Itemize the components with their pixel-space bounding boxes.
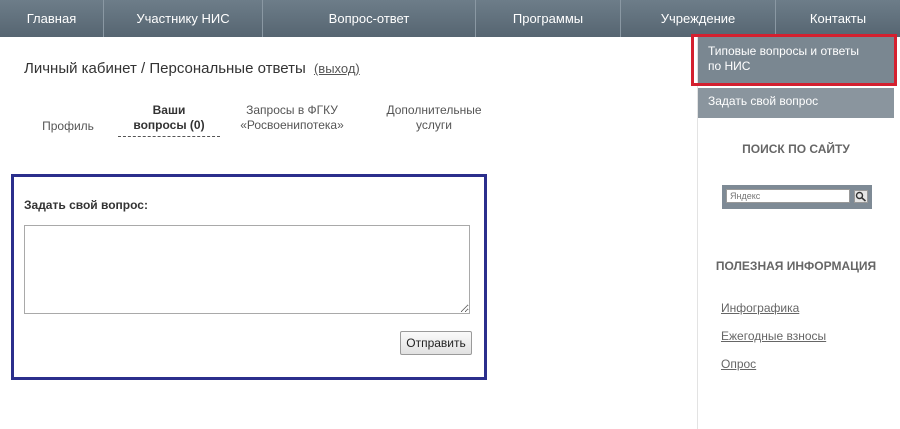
nav-item-institution[interactable]: Учреждение <box>621 0 776 37</box>
useful-info-title: ПОЛЕЗНАЯ ИНФОРМАЦИЯ <box>715 259 877 273</box>
info-link-annual-fees[interactable]: Ежегодные взносы <box>721 329 826 343</box>
top-navigation: Главная Участнику НИС Вопрос-ответ Прогр… <box>0 0 900 37</box>
nav-item-home[interactable]: Главная <box>0 0 104 37</box>
tab-requests-line1: Запросы в ФГКУ <box>246 103 338 117</box>
site-search <box>722 185 872 209</box>
page-title: Личный кабинет / Персональные ответы (вы… <box>24 60 360 77</box>
typical-qa-line2: по НИС <box>708 59 751 73</box>
page-title-text: Личный кабинет / Персональные ответы <box>24 60 306 77</box>
main-content: Личный кабинет / Персональные ответы (вы… <box>0 37 697 429</box>
question-textarea[interactable] <box>24 225 470 314</box>
nav-item-qa[interactable]: Вопрос-ответ <box>263 0 476 37</box>
sidebar-link-typical-qa[interactable]: Типовые вопросы и ответы по НИС <box>698 37 894 84</box>
info-link-survey[interactable]: Опрос <box>721 357 826 371</box>
tab-your-questions-line2: вопросы (0) <box>133 118 205 132</box>
tab-your-questions-line1: Ваши <box>152 103 186 117</box>
info-link-infographics[interactable]: Инфографика <box>721 301 826 315</box>
submit-button[interactable]: Отправить <box>400 331 472 355</box>
question-form-label: Задать свой вопрос: <box>24 198 148 212</box>
search-icon[interactable] <box>854 190 868 203</box>
ask-question-form: Задать свой вопрос: Отправить <box>11 174 487 380</box>
typical-qa-line1: Типовые вопросы и ответы <box>708 44 859 58</box>
tab-requests-line2: «Росвоенипотека» <box>240 118 344 132</box>
nav-item-programs[interactable]: Программы <box>476 0 621 37</box>
tab-profile-label: Профиль <box>42 119 94 133</box>
tab-requests-fgku[interactable]: Запросы в ФГКУ «Росвоенипотека» <box>230 103 354 133</box>
tab-profile[interactable]: Профиль <box>28 119 108 134</box>
sidebar: Типовые вопросы и ответы по НИС Задать с… <box>691 34 900 429</box>
logout-link[interactable]: (выход) <box>314 61 360 76</box>
nav-item-contacts[interactable]: Контакты <box>776 0 900 37</box>
tab-your-questions[interactable]: Ваши вопросы (0) <box>118 103 220 137</box>
nav-item-participant[interactable]: Участнику НИС <box>104 0 263 37</box>
account-tabs: Профиль Ваши вопросы (0) Запросы в ФГКУ … <box>24 103 504 143</box>
search-input[interactable] <box>726 189 850 203</box>
sidebar-link-ask-question[interactable]: Задать свой вопрос <box>698 88 894 118</box>
tab-services-line2: услуги <box>416 118 452 132</box>
tab-additional-services[interactable]: Дополнительные услуги <box>374 103 494 133</box>
search-title: ПОИСК ПО САЙТУ <box>742 142 850 156</box>
tab-services-line1: Дополнительные <box>386 103 482 117</box>
useful-info-links: Инфографика Ежегодные взносы Опрос <box>721 301 826 385</box>
